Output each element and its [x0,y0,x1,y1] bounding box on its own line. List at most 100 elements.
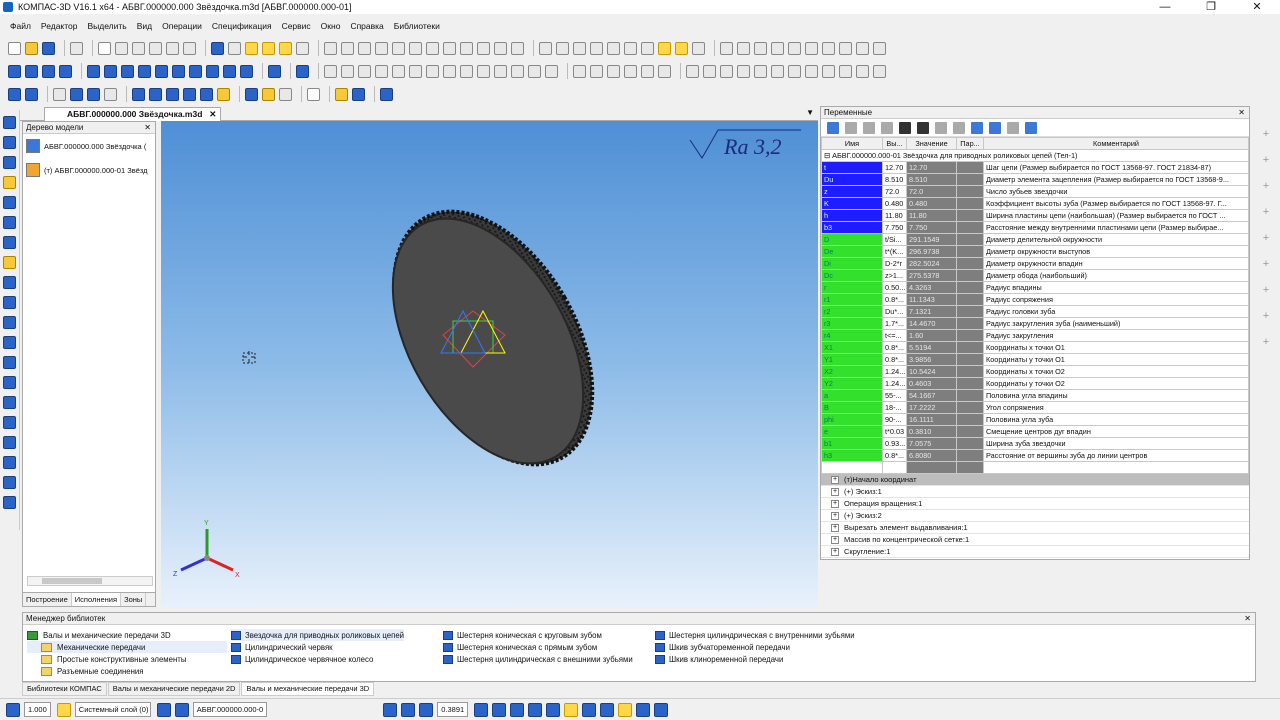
variable-comment[interactable]: Диаметр окружности выступов [983,245,1249,258]
view-icon[interactable] [737,64,750,78]
orient-icon[interactable] [492,702,507,717]
edit-sketch-icon[interactable] [25,87,38,101]
col-comment[interactable]: Комментарий [983,137,1249,150]
variable-name[interactable]: D [821,233,883,246]
variable-param[interactable] [956,185,984,198]
variable-name[interactable]: Y2 [821,377,883,390]
view-icon[interactable] [805,64,818,78]
variable-expression[interactable]: 55-... [882,389,907,402]
variable-name[interactable]: Y1 [821,353,883,366]
annotation-icon[interactable] [788,41,801,55]
plus-icon[interactable]: + [1252,258,1280,270]
menu-help[interactable]: Справка [350,21,383,31]
variable-row[interactable]: z 72.0 72.0 Число зубьев звездочки [821,185,1249,198]
variable-comment[interactable]: Половина угла зуба [983,413,1249,426]
variable-value[interactable]: 291.1549 [906,233,957,246]
variable-row[interactable]: K 0.480 0.480 Коэффициент высоты зуба (Разм… [821,197,1249,210]
tool-icon[interactable] [3,376,16,389]
variable-value[interactable]: 4.3263 [906,281,957,294]
variables-icon[interactable] [296,64,309,78]
variable-expression[interactable]: 1.24... [882,377,907,390]
variable-row[interactable]: r1 0.8*... 11.1343 Радиус сопряжения [821,293,1249,306]
library-item[interactable]: Цилиндрическое червячное колесо [231,653,404,665]
save-icon[interactable] [42,41,55,55]
link-icon[interactable] [935,121,947,134]
variable-name[interactable]: phi [821,413,883,426]
annotation-icon[interactable] [771,41,784,55]
menu-operations[interactable]: Операции [162,21,202,31]
variable-name[interactable]: e [821,425,883,438]
menu-libraries[interactable]: Библиотеки [394,21,440,31]
variable-comment[interactable]: Радиус впадины [983,281,1249,294]
variable-value[interactable]: 7.0575 [906,437,957,450]
minimize-button[interactable]: — [1142,0,1188,14]
sketch-tool-icon[interactable] [494,41,507,55]
menu-specification[interactable]: Спецификация [212,21,272,31]
curve-icon[interactable] [358,64,371,78]
variable-name[interactable]: r4 [821,329,883,342]
constraint-icon[interactable] [590,41,603,55]
shell-icon[interactable] [172,64,185,78]
library-item[interactable]: Шестерня коническая с прямым зубом [443,641,633,653]
variable-name[interactable]: Dc [821,269,883,282]
variable-comment[interactable]: Ширина зуба звездочки [983,437,1249,450]
view-icon[interactable] [856,64,869,78]
variable-expression[interactable]: 0.8*... [882,449,907,462]
sketch-tool-icon[interactable] [426,41,439,55]
variable-name[interactable]: r1 [821,293,883,306]
variable-row[interactable]: t 12.70 12.70 Шаг цепи (Размер выбирается п… [821,161,1249,174]
variable-value[interactable]: 72.0 [906,185,957,198]
expand-icon[interactable]: + [831,499,839,508]
tab-executions[interactable]: Исполнения [71,593,122,606]
variable-value[interactable]: 6.8080 [906,449,957,462]
variable-expression[interactable]: t*0.03 [882,425,907,438]
plus-icon[interactable]: + [1252,310,1280,322]
variable-comment[interactable]: Диаметр окружности впадин [983,257,1249,270]
tab-kompas-libraries[interactable]: Библиотеки КОМПАС [22,682,107,696]
sprocket-model[interactable]: Y X Z [161,121,818,607]
variable-param[interactable] [956,161,984,174]
tool-icon[interactable] [3,276,16,289]
variable-name[interactable]: r [821,281,883,294]
view-icon[interactable] [754,64,767,78]
calculator-icon[interactable] [335,87,348,101]
annotation-icon[interactable] [754,41,767,55]
variable-param[interactable] [956,341,984,354]
variable-comment[interactable]: Шаг цепи (Размер выбирается по ГОСТ 1356… [983,161,1249,174]
tool-icon[interactable] [3,176,16,189]
library-folder[interactable]: Простые конструктивные элементы [27,653,227,665]
variable-comment[interactable]: Координаты y точки O2 [983,377,1249,390]
filter-icon[interactable] [600,702,615,717]
curve-icon[interactable] [494,64,507,78]
variable-empty-row[interactable] [821,461,1249,474]
tool-icon[interactable] [3,416,16,429]
variable-value[interactable]: 54.1667 [906,389,957,402]
variable-row[interactable]: r3 1.7*... 14.4670 Радиус закругления зуба … [821,317,1249,330]
mass-props-icon[interactable] [70,87,83,101]
undo-icon[interactable] [211,41,224,55]
variable-value[interactable]: 0.3810 [906,425,957,438]
variable-comment[interactable]: Расстояние от вершины зуба до линии цент… [983,449,1249,462]
tool-icon[interactable] [3,216,16,229]
variable-comment[interactable]: Угол сопряжения [983,401,1249,414]
col-expression[interactable]: Вы... [882,137,907,150]
tool-icon[interactable] [3,136,16,149]
doc-icon[interactable] [174,702,189,717]
tool-icon[interactable] [3,296,16,309]
variable-row[interactable]: Dc z>1... 275.5378 Диаметр обода (наибольши… [821,269,1249,282]
variable-expression[interactable]: Du*... [882,305,907,318]
display-mode-icon[interactable] [528,702,543,717]
variable-expression[interactable]: 0.93... [882,437,907,450]
variable-expression[interactable]: t<=... [882,329,907,342]
pi-icon[interactable] [881,121,893,134]
layer-select[interactable]: Системный слой (0) [74,702,151,717]
menu-view[interactable]: Вид [137,21,152,31]
constraint-icon[interactable] [624,41,637,55]
library-item[interactable]: Шестерня коническая с круговым зубом [443,629,633,641]
variable-expression[interactable]: 18-... [882,401,907,414]
tool-icon[interactable] [3,316,16,329]
variable-value[interactable]: 12.70 [906,161,957,174]
tool-icon[interactable] [3,396,16,409]
curve-icon[interactable] [341,64,354,78]
move-down-icon[interactable] [917,121,929,134]
